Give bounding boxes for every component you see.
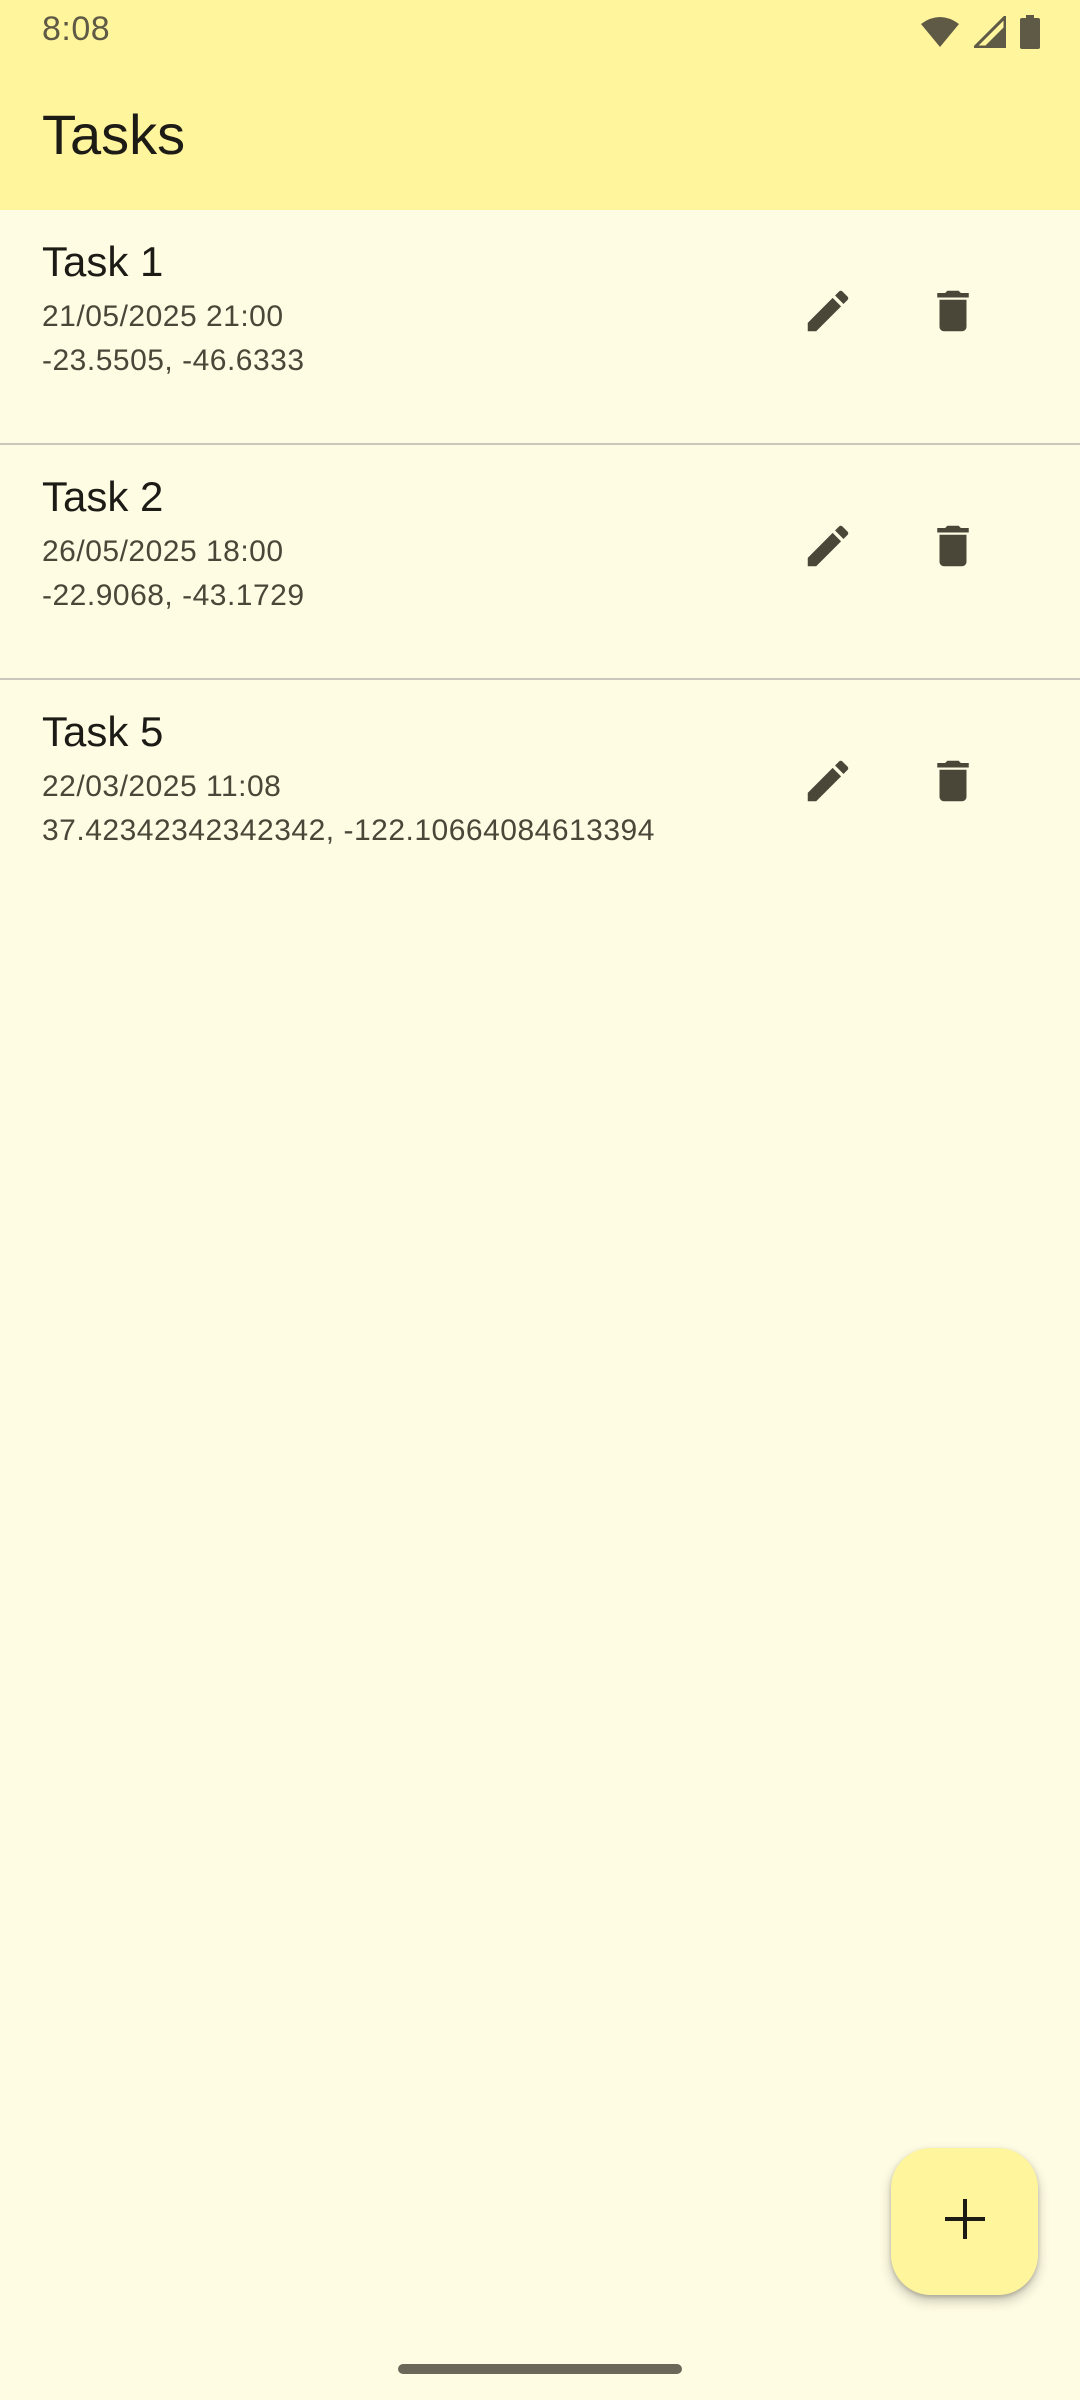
- delete-icon: [926, 284, 980, 343]
- task-date: 21/05/2025 21:00: [42, 300, 284, 333]
- add-icon: [943, 2197, 987, 2246]
- task-item[interactable]: Task 5 22/03/2025 11:08 37.4234234234234…: [0, 680, 1080, 915]
- cell-signal-icon: [974, 16, 1006, 48]
- battery-icon: [1020, 15, 1040, 49]
- status-icons: [920, 12, 1040, 52]
- edit-icon: [801, 284, 855, 343]
- task-title: Task 1: [42, 238, 164, 285]
- task-location: 37.42342342342342, -122.10664084613394: [42, 814, 655, 847]
- task-location: -23.5505, -46.6333: [42, 344, 305, 377]
- gesture-nav-bar[interactable]: [398, 2364, 682, 2374]
- edit-task-button[interactable]: [788, 508, 868, 588]
- status-time: 8:08: [42, 10, 111, 48]
- task-date: 26/05/2025 18:00: [42, 535, 284, 568]
- edit-icon: [801, 519, 855, 578]
- delete-task-button[interactable]: [913, 743, 993, 823]
- status-bar: 8:08: [0, 0, 1080, 64]
- edit-task-button[interactable]: [788, 273, 868, 353]
- task-title: Task 5: [42, 708, 164, 755]
- app-bar: Tasks: [0, 64, 1080, 210]
- delete-icon: [926, 519, 980, 578]
- task-list: Task 1 21/05/2025 21:00 -23.5505, -46.63…: [0, 210, 1080, 915]
- add-task-button[interactable]: [891, 2148, 1038, 2295]
- edit-icon: [801, 754, 855, 813]
- page-title: Tasks: [42, 103, 186, 166]
- task-item[interactable]: Task 2 26/05/2025 18:00 -22.9068, -43.17…: [0, 445, 1080, 680]
- wifi-icon: [920, 16, 960, 48]
- task-date: 22/03/2025 11:08: [42, 770, 282, 803]
- task-item[interactable]: Task 1 21/05/2025 21:00 -23.5505, -46.63…: [0, 210, 1080, 445]
- task-title: Task 2: [42, 473, 164, 520]
- task-location: -22.9068, -43.1729: [42, 579, 305, 612]
- delete-icon: [926, 754, 980, 813]
- delete-task-button[interactable]: [913, 273, 993, 353]
- edit-task-button[interactable]: [788, 743, 868, 823]
- delete-task-button[interactable]: [913, 508, 993, 588]
